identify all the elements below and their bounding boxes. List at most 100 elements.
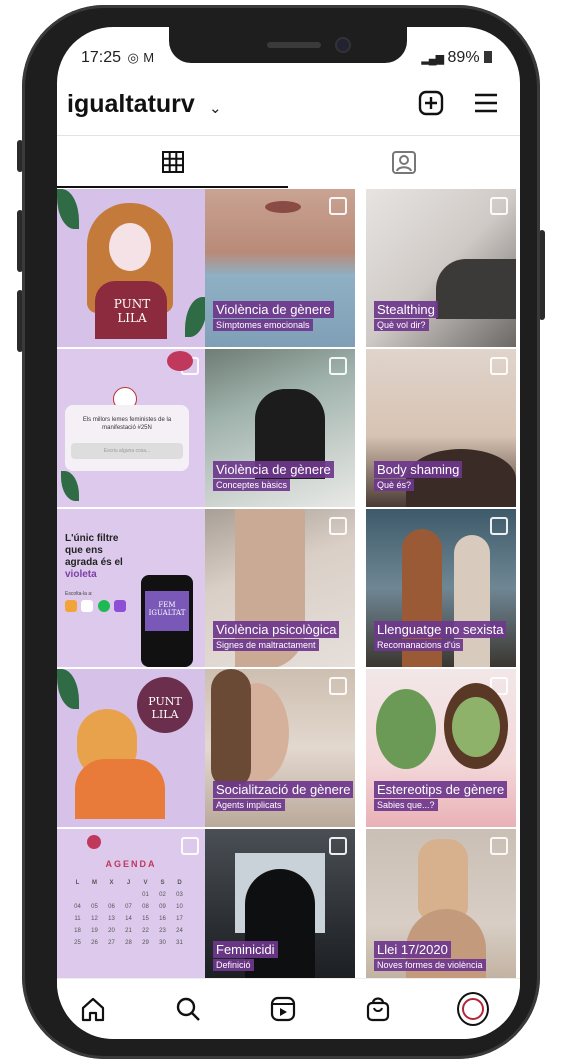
podcast-icon: [65, 600, 77, 612]
carousel-icon: [329, 677, 347, 695]
carousel-icon: [490, 197, 508, 215]
post-subtitle: Agents implicats: [213, 799, 285, 811]
post-tile[interactable]: PUNT LILA: [57, 189, 207, 347]
post-title: Body shaming: [374, 461, 463, 478]
post-tile[interactable]: AGENDA L M X J V S D 01 02 03 04 05 06 07 08 09 10 11 12 13…: [57, 829, 207, 987]
profile-header: igualtaturv ⌄: [57, 85, 520, 135]
post-tile[interactable]: Llenguatge no sexista Recomanacions d'ús: [366, 509, 516, 667]
post-title: Socialització de gènere: [213, 781, 354, 798]
leaf-decoration: [167, 351, 193, 371]
calendar-day: 24: [176, 928, 183, 934]
post-subtitle: Conceptes bàsics: [213, 479, 291, 491]
question-line: manifestació #25N: [102, 425, 152, 431]
post-tile[interactable]: Violència psicològica Signes de maltract…: [205, 509, 355, 667]
spotify-icon: [97, 600, 110, 612]
post-title: Violència psicològica: [213, 621, 340, 638]
punt-lila-badge: PUNT LILA: [113, 297, 151, 325]
post-subtitle: Què és?: [374, 479, 415, 491]
signal-icon: ▂▄▆: [421, 53, 444, 65]
calendar-day: 13: [108, 916, 115, 922]
hamburger-menu-icon[interactable]: [472, 89, 500, 117]
post-tile[interactable]: Stealthing Què vol dir?: [366, 189, 516, 347]
carousel-icon: [329, 197, 347, 215]
promo-line: que ens: [65, 545, 103, 556]
calendar-day: 09: [159, 904, 166, 910]
calendar-day: 08: [142, 904, 149, 910]
weekday-label: L: [75, 880, 80, 886]
leaf-decoration: [185, 297, 207, 337]
leaf-decoration: [87, 835, 101, 849]
post-tile[interactable]: Violència de gènere Símptomes emocionals: [205, 189, 355, 347]
calendar-day: 05: [91, 904, 98, 910]
post-tile[interactable]: Socialització de gènere Agents implicats: [205, 669, 355, 827]
calendar-day: 20: [108, 928, 115, 934]
shop-bag-icon[interactable]: [362, 993, 394, 1025]
calendar-day: 31: [176, 940, 183, 946]
photo-hand: [418, 839, 468, 919]
playlist-label: Escolta-la a:: [65, 591, 93, 597]
streaming-icons: [65, 599, 127, 617]
reels-icon[interactable]: [267, 993, 299, 1025]
punt-lila-text: PUNT LILA: [148, 695, 182, 721]
post-subtitle: Símptomes emocionals: [213, 319, 313, 331]
google-podcast-icon: [81, 600, 94, 612]
leaf-decoration: [57, 189, 79, 229]
active-tab-indicator: [57, 186, 288, 188]
leaf-decoration: [61, 471, 79, 501]
post-subtitle: Noves formes de violència: [374, 959, 486, 971]
battery-icon: [484, 51, 492, 63]
post-subtitle: Signes de maltractament: [213, 639, 319, 651]
profile-tabs: [57, 135, 520, 188]
carousel-icon: [329, 517, 347, 535]
agenda-title: AGENDA: [105, 859, 157, 869]
agenda-week-row: 11 12 13 14 15 16 17: [69, 913, 195, 925]
calendar-day: 21: [125, 928, 132, 934]
status-time: 17:25 ◎ M: [81, 49, 154, 67]
chevron-down-icon[interactable]: ⌄: [209, 99, 222, 117]
calendar-day: 26: [91, 940, 98, 946]
post-tile[interactable]: PUNT LILA: [57, 669, 207, 827]
promo-line: agrada és el: [65, 557, 123, 568]
calendar-day: 17: [176, 916, 183, 922]
agenda-weekdays: LMXJVSD: [69, 877, 195, 889]
carousel-icon: [181, 837, 199, 855]
photo-silhouette: [245, 869, 315, 987]
agenda-week-row: 01 02 03: [69, 889, 195, 901]
calendar-day: 30: [159, 940, 166, 946]
search-icon[interactable]: [172, 993, 204, 1025]
calendar-day: 15: [142, 916, 149, 922]
profile-username[interactable]: igualtaturv: [67, 90, 195, 119]
agenda-week-row: 25 26 27 28 29 30 31: [69, 937, 195, 949]
calendar-day: 25: [74, 940, 81, 946]
agenda-week-row: 04 05 06 07 08 09 10: [69, 901, 195, 913]
promo-line: L'únic filtre: [65, 533, 119, 544]
photo-lips: [265, 201, 301, 213]
post-title: Estereotips de gènere: [374, 781, 508, 798]
carousel-icon: [490, 357, 508, 375]
home-icon[interactable]: [77, 993, 109, 1025]
post-tile[interactable]: L'únic filtre que ens agrada és el viole…: [57, 509, 207, 667]
post-tile[interactable]: Feminicidi Definició: [205, 829, 355, 987]
post-tile[interactable]: Estereotips de gènere Sabies que...?: [366, 669, 516, 827]
carousel-icon: [329, 357, 347, 375]
post-title: Stealthing: [374, 301, 438, 318]
phone-screen: 17:25 ◎ M ▂▄▆ 89% igualtaturv ⌄ PUNT LIL…: [57, 27, 520, 1039]
post-tile[interactable]: Llei 17/2020 Noves formes de violència: [366, 829, 516, 987]
tab-tagged[interactable]: [288, 136, 519, 188]
calendar-day: 07: [125, 904, 132, 910]
question-input: Escriu alguna cosa...: [71, 443, 183, 459]
photo-underwear: [406, 449, 516, 507]
post-tile[interactable]: Els millors lemes feministes de la manif…: [57, 349, 207, 507]
profile-avatar[interactable]: [457, 992, 489, 1026]
photo-sheets: [436, 259, 516, 319]
calendar-day: 10: [176, 904, 183, 910]
plus-square-icon[interactable]: [417, 89, 445, 117]
weekday-label: V: [143, 880, 148, 886]
gmail-icon: M: [143, 50, 155, 65]
calendar-day: 27: [108, 940, 115, 946]
tab-grid[interactable]: [57, 136, 288, 188]
post-tile[interactable]: Violència de gènere Conceptes bàsics: [205, 349, 355, 507]
bottom-navigation: [57, 978, 520, 1039]
post-tile[interactable]: Body shaming Què és?: [366, 349, 516, 507]
speaker: [267, 42, 321, 48]
